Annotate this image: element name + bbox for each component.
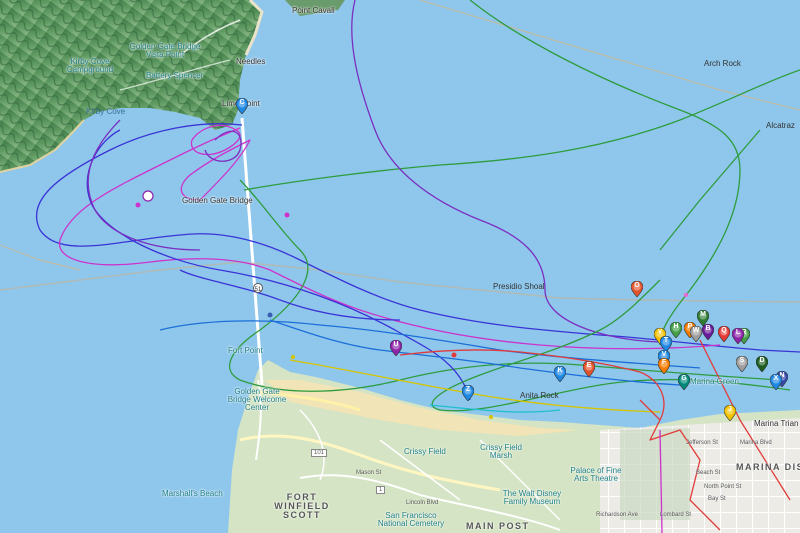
road-label: North Point St [704,484,742,490]
label-fort-winfield-scott: FORT WINFIELD SCOTT [274,492,330,520]
track-marker-j[interactable]: J [724,405,736,421]
label-marshalls-beach: Marshall's Beach [162,489,223,498]
label-point-cavallo: Point Cavall [292,6,335,15]
track-marker-letter: C [239,99,245,106]
track-marker-letter: B [705,325,711,332]
label-sf-national-cemetery: San Francisco National Cemetery [377,511,445,528]
label-presidio-shoal: Presidio Shoal [493,282,545,291]
track-marker-c[interactable]: C [236,98,248,114]
label-main-post: MAIN POST [466,521,530,531]
track-marker-letter: V [661,351,667,358]
label-marina-district: MARINA DISTRI [736,462,800,472]
track-marker-d[interactable]: D [756,356,768,372]
map-base-layer: 51 [0,0,800,533]
track-marker-letter: T [663,337,669,344]
track-marker-f[interactable]: F [658,358,670,374]
track-marker-k[interactable]: K [554,366,566,382]
road-label: Richardson Ave [596,512,638,518]
road-label: Beach St [696,470,721,476]
track-marker-letter: H [673,323,679,330]
label-marina-triangle: Marina Trian [754,419,799,428]
label-crissy-field-marsh: Crissy Field Marsh [480,443,522,460]
highway-101-shield: 101 [311,449,328,457]
track-marker-g[interactable]: G [678,374,690,390]
track-marker-letter: D [759,357,765,364]
label-crissy-field: Crissy Field [404,447,446,456]
map-view[interactable]: 51 Point Cavall Golden Gate Bridge Vista… [0,0,800,533]
track-marker-u[interactable]: U [390,340,402,356]
track-marker-letter: O [634,282,640,289]
label-fort-point: Fort Point [228,346,263,355]
label-kirby-cove-campground: Kirby Cove Campground [66,57,114,74]
track-marker-letter: L [735,329,741,336]
track-marker-letter: U [393,341,399,348]
track-marker-letter: X [773,375,779,382]
label-arch-rock: Arch Rock [704,59,741,68]
label-kirby-cove: Kirby Cove [86,107,126,116]
label-marina-green: Marina Green [690,377,739,386]
label-alcatraz: Alcatraz [766,121,795,130]
track-marker-letter: Y [657,329,663,336]
road-label: Lincoln Blvd [406,500,439,506]
road-label: Lombard St [660,512,692,518]
track-marker-letter: W [692,327,700,334]
track-marker-letter: S [739,357,745,364]
track-marker-q[interactable]: Q [718,326,730,342]
track-marker-s[interactable]: S [736,356,748,372]
road-label: Bay St [708,496,726,502]
label-golden-gate-bridge: Golden Gate Bridge [182,196,253,205]
track-marker-letter: J [728,406,732,413]
track-marker-z[interactable]: Z [462,385,474,401]
track-marker-l[interactable]: L [732,328,744,344]
label-battery-spencer: Battery Spencer [146,71,204,80]
road-label: Jefferson St [686,440,718,446]
track-marker-e[interactable]: E [583,361,595,377]
track-marker-letter: E [586,362,592,369]
highway-1-shield: 1 [376,486,386,494]
track-marker-w[interactable]: W [690,326,702,342]
track-marker-letter: M [700,311,706,318]
track-marker-letter: F [661,359,667,366]
road-label: Marina Blvd [740,440,772,446]
track-marker-letter: G [681,375,687,382]
track-marker-x[interactable]: X [770,374,782,390]
label-palace-fine-arts: Palace of Fine Arts Theatre [570,466,622,483]
track-marker-letter: Q [721,327,727,334]
label-anita-rock: Anita Rock [520,391,559,400]
label-golden-gate-bridge-vista-point: Golden Gate Bridge Vista Point [129,42,201,59]
track-marker-letter: Z [465,386,471,393]
track-marker-letter: K [557,367,563,374]
svg-text:51: 51 [255,287,262,293]
track-marker-b[interactable]: B [702,324,714,340]
label-needles: Needles [236,57,266,66]
road-label: Mason St [356,470,382,476]
track-marker-o[interactable]: O [631,281,643,297]
label-gg-welcome-center: Golden Gate Bridge Welcome Center [227,387,287,412]
label-walt-disney-museum: The Walt Disney Family Museum [502,489,562,506]
